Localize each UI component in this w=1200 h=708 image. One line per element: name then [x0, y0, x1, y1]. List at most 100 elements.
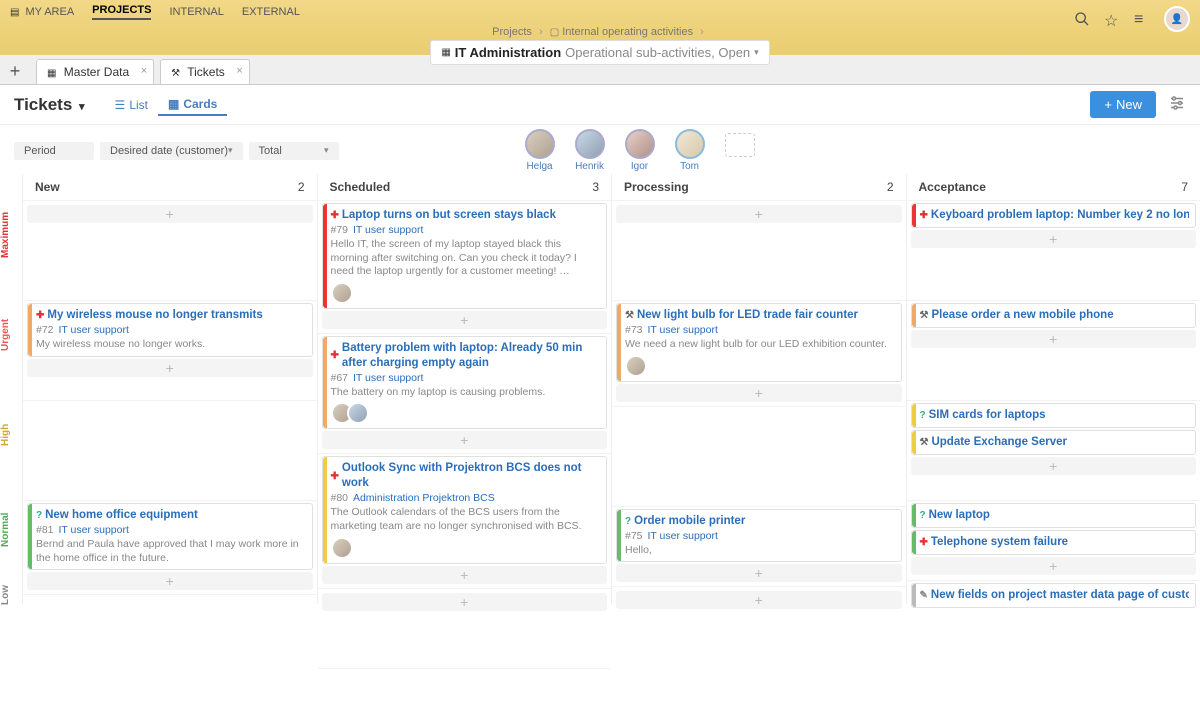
card-desc: Hello, [625, 544, 895, 558]
assignee-tom[interactable] [675, 129, 705, 159]
priority-low: Low [0, 580, 11, 620]
card-avatar [331, 282, 353, 304]
view-title[interactable]: Tickets ▾ [14, 95, 85, 115]
add-card-button[interactable]: + [911, 457, 1197, 475]
assignee-label: Igor [625, 161, 655, 172]
card-title: My wireless mouse no longer transmits [47, 308, 262, 323]
ticket-card[interactable]: ✚Telephone system failure [911, 530, 1197, 555]
add-card-button[interactable]: + [616, 591, 902, 609]
column-header: Scheduled [330, 180, 391, 194]
ticket-card[interactable]: ✚Outlook Sync with Projektron BCS does n… [322, 456, 608, 563]
card-project[interactable]: Administration Projektron BCS [353, 492, 495, 504]
add-card-button[interactable]: + [911, 330, 1197, 348]
tab-master-data[interactable]: ▦ Master Data × [36, 59, 154, 84]
filter-total[interactable]: Total ▾ [249, 142, 339, 160]
hammer-icon: ⚒ [920, 436, 929, 449]
card-desc: The battery on my laptop is causing prob… [331, 386, 601, 400]
priority-normal: Normal [0, 500, 11, 580]
tab-master-data-label: Master Data [64, 65, 129, 79]
card-project[interactable]: IT user support [58, 524, 128, 536]
assignee-henrik[interactable] [575, 129, 605, 159]
settings-button[interactable] [1168, 94, 1186, 115]
card-project[interactable]: IT user support [647, 324, 717, 336]
assignee-igor[interactable] [625, 129, 655, 159]
close-icon[interactable]: × [141, 65, 147, 77]
ticket-card[interactable]: ⚒New light bulb for LED trade fair count… [616, 303, 902, 382]
menu-icon[interactable]: ≡ [1134, 11, 1150, 27]
card-project[interactable]: IT user support [353, 224, 423, 236]
close-icon[interactable]: × [236, 65, 242, 77]
nav-internal[interactable]: INTERNAL [169, 6, 223, 18]
page-title-bar[interactable]: ▦ IT Administration Operational sub-acti… [430, 40, 769, 65]
lifebuoy-icon: ✚ [36, 309, 44, 322]
breadcrumb-internal[interactable]: Internal operating activities [562, 26, 693, 38]
add-card-button[interactable]: + [911, 230, 1197, 248]
nav-external[interactable]: EXTERNAL [242, 6, 300, 18]
add-card-button[interactable]: + [27, 359, 313, 377]
card-avatar [625, 355, 647, 377]
tab-tickets-label: Tickets [187, 65, 225, 79]
card-ref: #72 [36, 324, 54, 336]
add-card-button[interactable]: + [616, 205, 902, 223]
view-cards-label: Cards [183, 97, 217, 111]
star-icon[interactable]: ☆ [1104, 11, 1120, 27]
card-title: Please order a new mobile phone [931, 308, 1113, 323]
ticket-card[interactable]: ⚒Update Exchange Server [911, 430, 1197, 455]
ticket-card[interactable]: ⚒Please order a new mobile phone [911, 303, 1197, 328]
assignee-dropzone[interactable] [725, 133, 755, 157]
assignee-helga[interactable] [525, 129, 555, 159]
card-project[interactable]: IT user support [353, 372, 423, 384]
add-card-button[interactable]: + [322, 566, 608, 584]
ticket-card[interactable]: ?New home office equipment #81 IT user s… [27, 503, 313, 570]
column-acceptance: Acceptance7 ✚Keyboard problem laptop: Nu… [906, 174, 1200, 604]
card-project[interactable]: IT user support [58, 324, 128, 336]
ticket-card[interactable]: ?Order mobile printer #75 IT user suppor… [616, 509, 902, 563]
add-card-button[interactable]: + [322, 593, 608, 611]
lifebuoy-icon: ✚ [331, 209, 339, 222]
filter-desired-date[interactable]: Desired date (customer) ▾ [100, 142, 243, 160]
filter-period[interactable]: Period [14, 142, 94, 160]
view-list-label: List [129, 98, 148, 112]
new-button[interactable]: + New [1090, 91, 1156, 118]
ticket-card[interactable]: ✚Battery problem with laptop: Already 50… [322, 336, 608, 430]
kanban-board: Maximum Urgent High Normal Low New2 + ✚M… [0, 174, 1200, 604]
card-title: Order mobile printer [634, 514, 745, 529]
add-card-button[interactable]: + [27, 572, 313, 590]
card-avatar [347, 402, 369, 424]
breadcrumb-projects[interactable]: Projects [492, 26, 532, 38]
add-card-button[interactable]: + [322, 311, 608, 329]
assignee-label: Tom [675, 161, 705, 172]
folder-icon: ▢ [550, 27, 559, 38]
ticket-card[interactable]: ✚Laptop turns on but screen stays black … [322, 203, 608, 309]
view-list-button[interactable]: ☰ List [105, 94, 158, 116]
ticket-card[interactable]: ✚My wireless mouse no longer transmits #… [27, 303, 313, 357]
add-card-button[interactable]: + [27, 205, 313, 223]
ticket-card[interactable]: ✚Keyboard problem laptop: Number key 2 n… [911, 203, 1197, 228]
view-cards-button[interactable]: ▦ Cards [158, 94, 227, 116]
page-title: IT Administration [455, 45, 561, 60]
filter-bar: Period Desired date (customer) ▾ Total ▾… [0, 125, 1200, 174]
add-card-button[interactable]: + [322, 431, 608, 449]
cards-icon: ▦ [168, 97, 179, 111]
top-nav: ▤ MY AREA PROJECTS INTERNAL EXTERNAL ☆ ≡… [0, 0, 1200, 24]
ticket-card[interactable]: ?SIM cards for laptops [911, 403, 1197, 428]
add-card-button[interactable]: + [616, 384, 902, 402]
filter-total-label: Total [259, 145, 282, 157]
search-icon[interactable] [1074, 11, 1090, 27]
ticket-card[interactable]: ✎New fields on project master data page … [911, 583, 1197, 608]
list-icon: ☰ [115, 98, 126, 112]
add-card-button[interactable]: + [616, 564, 902, 582]
nav-my-area[interactable]: MY AREA [25, 6, 74, 18]
card-ref: #80 [331, 492, 349, 504]
ticket-card[interactable]: ?New laptop [911, 503, 1197, 528]
add-card-button[interactable]: + [911, 557, 1197, 575]
card-title: SIM cards for laptops [929, 408, 1046, 423]
card-project[interactable]: IT user support [647, 530, 717, 542]
view-bar: Tickets ▾ ☰ List ▦ Cards + New [0, 85, 1200, 125]
user-avatar[interactable]: 👤 [1164, 6, 1190, 32]
card-title: Battery problem with laptop: Already 50 … [342, 341, 600, 371]
hammer-icon: ⚒ [920, 309, 929, 322]
nav-projects[interactable]: PROJECTS [92, 4, 151, 20]
tab-tickets[interactable]: ⚒ Tickets × [160, 59, 250, 84]
nav-icon: ▤ [10, 7, 19, 18]
